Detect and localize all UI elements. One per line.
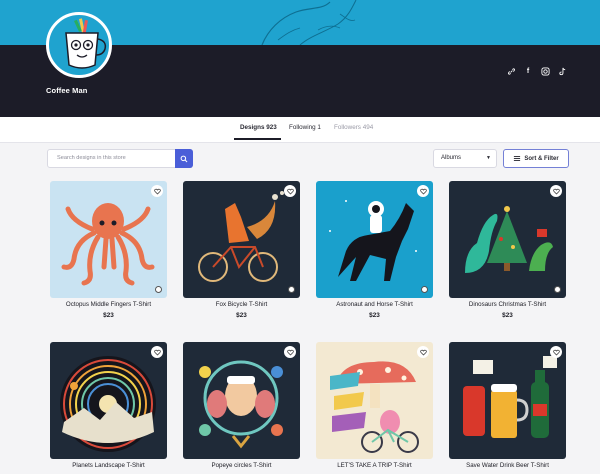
product-title[interactable]: Astronaut and Horse T-Shirt — [316, 301, 433, 308]
color-swatch-icon[interactable] — [421, 286, 428, 293]
favorite-heart-icon[interactable] — [417, 346, 429, 358]
search-icon — [180, 155, 188, 162]
product-price: $23 — [236, 312, 247, 319]
product-price: $23 — [502, 312, 513, 319]
product-title[interactable]: Octopus Middle Fingers T-Shirt — [50, 301, 167, 308]
lets-take-a-trip-artwork — [330, 361, 419, 453]
store-avatar — [46, 12, 112, 78]
favorite-heart-icon[interactable] — [284, 185, 296, 197]
active-tab-indicator — [234, 138, 281, 140]
tab-designs[interactable]: Designs 923 — [240, 124, 277, 131]
product-image[interactable] — [449, 181, 566, 298]
albums-select[interactable]: Albums ▼ — [433, 149, 497, 168]
dinosaurs-christmas-artwork — [465, 206, 553, 273]
link-icon[interactable] — [505, 66, 517, 76]
astronaut-horse-artwork — [329, 200, 417, 281]
product-title[interactable]: Popeye circles T-Shirt — [183, 462, 300, 469]
octopus-artwork — [61, 203, 155, 286]
product-title[interactable]: LET'S TAKE A TRIP T-Shirt — [316, 462, 433, 469]
sort-filter-label: Sort & Filter — [524, 155, 559, 162]
product-image[interactable] — [316, 181, 433, 298]
tiktok-icon[interactable] — [556, 66, 568, 76]
favorite-heart-icon[interactable] — [417, 185, 429, 197]
search-placeholder: Search designs in this store — [57, 155, 126, 161]
product-image[interactable] — [449, 342, 566, 459]
popeye-circles-artwork — [199, 360, 283, 449]
product-title[interactable]: Fox Bicycle T-Shirt — [183, 301, 300, 308]
store-tabs: Designs 923 Following 1 Followers 494 — [0, 117, 600, 143]
product-image[interactable] — [50, 181, 167, 298]
filter-icon — [514, 156, 521, 161]
instagram-icon[interactable] — [539, 66, 551, 76]
product-image[interactable] — [183, 181, 300, 298]
save-water-drink-beer-artwork — [463, 356, 557, 438]
tab-following[interactable]: Following 1 — [289, 124, 321, 131]
search-input[interactable]: Search designs in this store — [47, 149, 193, 168]
facebook-icon[interactable]: f — [522, 66, 534, 76]
albums-label: Albums — [441, 155, 462, 161]
tab-followers[interactable]: Followers 494 — [334, 124, 373, 131]
color-swatch-icon[interactable] — [554, 286, 561, 293]
product-title[interactable]: Dinosaurs Christmas T-Shirt — [449, 301, 566, 308]
store-name: Coffee Man — [46, 86, 88, 95]
favorite-heart-icon[interactable] — [151, 346, 163, 358]
product-image[interactable] — [316, 342, 433, 459]
search-button[interactable] — [175, 149, 193, 168]
favorite-heart-icon[interactable] — [151, 185, 163, 197]
product-image[interactable] — [50, 342, 167, 459]
color-swatch-icon[interactable] — [288, 286, 295, 293]
sort-filter-button[interactable]: Sort & Filter — [503, 149, 569, 168]
product-image[interactable] — [183, 342, 300, 459]
favorite-heart-icon[interactable] — [550, 346, 562, 358]
favorite-heart-icon[interactable] — [550, 185, 562, 197]
color-swatch-icon[interactable] — [155, 286, 162, 293]
product-price: $23 — [103, 312, 114, 319]
favorite-heart-icon[interactable] — [284, 346, 296, 358]
product-title[interactable]: Save Water Drink Beer T-Shirt — [449, 462, 566, 469]
product-price: $23 — [369, 312, 380, 319]
fox-bicycle-artwork — [198, 191, 284, 282]
planets-landscape-artwork — [60, 356, 156, 452]
chevron-down-icon: ▼ — [486, 155, 491, 161]
product-title[interactable]: Planets Landscape T-Shirt — [50, 462, 167, 469]
